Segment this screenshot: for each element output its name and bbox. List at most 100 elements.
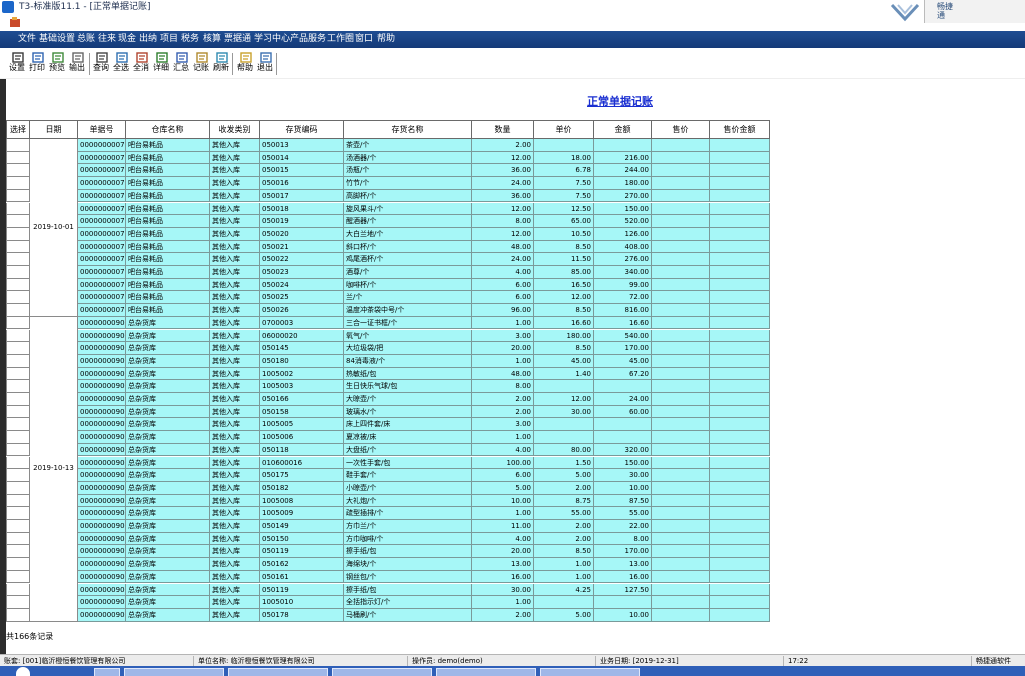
table-cell[interactable]: 050024	[260, 278, 344, 292]
table-cell-empty[interactable]	[710, 227, 770, 241]
table-cell[interactable]: 床上四件套/床	[344, 418, 472, 432]
table-cell[interactable]: 总杂货库	[126, 520, 210, 533]
table-cell[interactable]: 总杂货库	[126, 481, 210, 495]
table-cell[interactable]: 12.00	[472, 202, 534, 216]
select-cell[interactable]	[6, 227, 30, 241]
table-cell[interactable]: 0000000007	[78, 215, 126, 228]
table-cell[interactable]: 总杂货库	[126, 507, 210, 520]
table-cell[interactable]: 1005006	[260, 431, 344, 444]
toolbar-button-0[interactable]: 设置	[8, 52, 28, 76]
select-cell[interactable]	[6, 418, 30, 432]
table-cell[interactable]: 84消毒液/个	[344, 354, 472, 368]
column-header-5[interactable]: 存货编码	[260, 120, 344, 139]
table-cell-empty[interactable]	[710, 393, 770, 406]
select-cell[interactable]	[6, 558, 30, 571]
table-cell[interactable]: 4.00	[472, 532, 534, 546]
table-cell[interactable]: 6.00	[472, 469, 534, 482]
select-cell[interactable]	[6, 469, 30, 482]
table-cell[interactable]: 050018	[260, 202, 344, 216]
table-cell[interactable]: 1005003	[260, 380, 344, 393]
table-cell[interactable]: 总杂货库	[126, 431, 210, 444]
table-cell[interactable]: 0000000007	[78, 253, 126, 266]
table-cell[interactable]: 其他入库	[210, 253, 260, 266]
table-cell[interactable]: 8.00	[472, 380, 534, 393]
table-cell[interactable]: 0000000007	[78, 177, 126, 190]
table-cell[interactable]: 钢丝包/个	[344, 570, 472, 584]
table-cell[interactable]: 13.00	[472, 558, 534, 571]
table-cell[interactable]: 0000000007	[78, 227, 126, 241]
table-cell[interactable]	[534, 418, 594, 432]
table-cell[interactable]: 竹节/个	[344, 177, 472, 190]
table-cell[interactable]: 050026	[260, 304, 344, 317]
table-cell-empty[interactable]	[710, 278, 770, 292]
table-cell-empty[interactable]	[710, 443, 770, 457]
column-header-2[interactable]: 单据号	[78, 120, 126, 139]
table-cell[interactable]: 050015	[260, 164, 344, 178]
table-cell[interactable]: 大礼炮/个	[344, 494, 472, 508]
table-cell[interactable]: 0000000007	[78, 291, 126, 305]
table-cell[interactable]: 180.00	[534, 329, 594, 343]
table-cell-empty[interactable]	[652, 253, 710, 266]
table-cell[interactable]: 6.78	[534, 164, 594, 178]
toolbar-button-2[interactable]: 预览	[48, 52, 68, 76]
taskbar-item[interactable]	[332, 668, 432, 676]
table-cell-empty[interactable]	[652, 469, 710, 482]
table-cell[interactable]: 36.00	[472, 164, 534, 178]
table-cell[interactable]: 总杂货库	[126, 583, 210, 597]
table-cell[interactable]: 总杂货库	[126, 545, 210, 559]
table-cell[interactable]: 其他入库	[210, 329, 260, 343]
table-cell-empty[interactable]	[652, 596, 710, 609]
table-cell[interactable]: 050166	[260, 393, 344, 406]
table-cell[interactable]: 12.00	[534, 393, 594, 406]
table-cell[interactable]: 1.00	[472, 596, 534, 609]
table-cell[interactable]: 7.50	[534, 177, 594, 190]
table-cell[interactable]: 总杂货库	[126, 342, 210, 355]
table-cell[interactable]: 0000000090	[78, 393, 126, 406]
table-cell[interactable]: 总杂货库	[126, 329, 210, 343]
table-cell[interactable]: 4.25	[534, 583, 594, 597]
table-cell[interactable]: 050019	[260, 215, 344, 228]
table-cell[interactable]: 2.00	[472, 608, 534, 622]
table-cell-empty[interactable]	[710, 253, 770, 266]
table-cell-empty[interactable]	[652, 227, 710, 241]
table-cell-empty[interactable]	[710, 418, 770, 432]
table-cell[interactable]: 其他入库	[210, 545, 260, 559]
table-cell[interactable]: 斜口杯/个	[344, 240, 472, 254]
table-cell-empty[interactable]	[652, 405, 710, 419]
menu-item-7[interactable]: 税务	[181, 34, 199, 45]
table-cell-empty[interactable]	[652, 558, 710, 571]
table-cell-empty[interactable]	[652, 520, 710, 533]
table-cell[interactable]: 海绵块/个	[344, 558, 472, 571]
table-cell-empty[interactable]	[710, 177, 770, 190]
table-cell[interactable]: 0000000090	[78, 443, 126, 457]
table-cell[interactable]: 吧台易耗品	[126, 139, 210, 152]
menu-item-5[interactable]: 出纳	[139, 34, 157, 45]
table-cell[interactable]: 0000000090	[78, 329, 126, 343]
table-cell-empty[interactable]	[710, 405, 770, 419]
table-cell[interactable]: 050162	[260, 558, 344, 571]
table-cell[interactable]: 55.00	[594, 507, 652, 520]
table-cell[interactable]: 12.00	[472, 151, 534, 165]
table-cell-empty[interactable]	[710, 367, 770, 381]
table-cell[interactable]: 其他入库	[210, 215, 260, 228]
table-cell[interactable]: 050023	[260, 266, 344, 279]
table-cell[interactable]: 16.60	[594, 316, 652, 330]
select-cell[interactable]	[6, 520, 30, 533]
table-cell[interactable]: 吧台易耗品	[126, 215, 210, 228]
table-cell[interactable]: 其他入库	[210, 456, 260, 470]
table-cell[interactable]: 11.00	[472, 520, 534, 533]
table-cell[interactable]: 总杂货库	[126, 380, 210, 393]
table-cell[interactable]: 0000000007	[78, 189, 126, 203]
table-cell[interactable]: 12.50	[534, 202, 594, 216]
table-cell[interactable]: 85.00	[534, 266, 594, 279]
table-cell-empty[interactable]	[710, 342, 770, 355]
table-cell[interactable]: 45.00	[534, 354, 594, 368]
toolbar-button-1[interactable]: 打印	[28, 52, 48, 76]
table-cell[interactable]: 20.00	[472, 545, 534, 559]
table-cell[interactable]: 总杂货库	[126, 418, 210, 432]
table-cell[interactable]: 大白兰地/个	[344, 227, 472, 241]
toolbar-button-11[interactable]: 帮助	[236, 52, 256, 76]
table-cell-empty[interactable]	[652, 507, 710, 520]
table-cell[interactable]: 高脚杯/个	[344, 189, 472, 203]
table-cell[interactable]: 0000000007	[78, 266, 126, 279]
